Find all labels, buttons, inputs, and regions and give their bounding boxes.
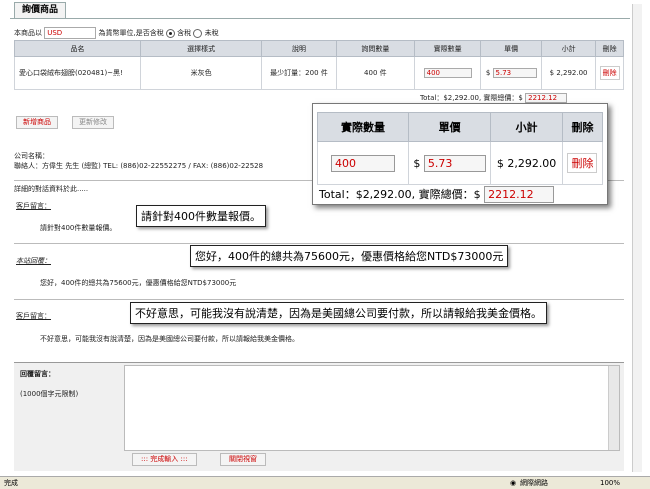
callout-customer-message-1: 請針對400件數量報價。 — [136, 205, 266, 227]
price-currency: $ — [485, 69, 491, 77]
tax-inclusive-radio[interactable] — [165, 28, 175, 38]
zoom-row: 400 $ 5.73 $ 2,292.00 刪除 — [316, 141, 604, 185]
tax-exclusive-label: 未稅 — [204, 29, 219, 37]
subtotal: $ 2,292.00 — [540, 56, 597, 90]
zoom-qty-input[interactable]: 400 — [331, 154, 396, 172]
zoom-header-subtotal: 小計 — [490, 112, 563, 142]
header-delete: 刪除 — [595, 40, 624, 57]
zoom-price-currency: $ — [413, 156, 421, 170]
header-subtotal: 小計 — [540, 40, 597, 57]
zoom-price-cell: $ 5.73 — [408, 141, 492, 185]
zoom-delete-cell: 刪除 — [561, 141, 604, 185]
ask-qty: 400 件 — [335, 56, 415, 90]
status-bar: 完成 ◉ 網際網路 100% — [0, 476, 650, 489]
message-label: 客戶留言： — [16, 312, 51, 320]
callout-customer-message-2: 不好意思，可能我沒有說清楚，因為是美國總公司要付款，所以請報給我美金價格。 — [130, 302, 547, 324]
header-price: 單價 — [480, 40, 542, 57]
table-header-row: 品名 選擇樣式 說明 詢問數量 實際數量 單價 小計 刪除 — [13, 40, 624, 57]
total-line: Total：$2,292.00, 實際總價：$ 2212.12 — [420, 93, 568, 103]
status-text: 完成 — [4, 479, 18, 487]
reply-form-label: 回覆留言： — [20, 370, 55, 378]
reply-label: 本站回覆： — [16, 257, 51, 265]
divider — [14, 243, 624, 244]
company-info: 公司名稱： 聯絡人：方偉生 先生 (總監) TEL: (886)02-22552… — [14, 151, 263, 171]
header-name: 品名 — [13, 40, 142, 57]
product-name: 愛心口袋絨布翅膀(020481)~黑! — [13, 56, 142, 90]
header-qty: 實際數量 — [413, 40, 482, 57]
zoom-price-input[interactable]: 5.73 — [423, 154, 486, 172]
product-desc: 最少訂量：200 件 — [261, 56, 337, 90]
items-table: 品名 選擇樣式 說明 詢問數量 實際數量 單價 小計 刪除 愛心口袋絨布翅膀(0… — [13, 40, 624, 90]
zoom-qty-cell: 400 — [316, 141, 410, 185]
details-label: 詳細的對話資料於此..... — [14, 185, 89, 193]
currency-suffix: 為貨幣單位,是否含稅 — [98, 29, 164, 37]
reply-textarea[interactable] — [124, 365, 620, 451]
zoom-table: 實際數量 單價 小計 刪除 400 $ 5.73 $ 2,292.00 刪除 — [316, 112, 604, 185]
message-body: 請針對400件數量報價。 — [40, 224, 117, 232]
qty-cell: 400 — [413, 56, 482, 90]
close-window-button[interactable]: 關閉視窗 — [220, 453, 266, 466]
contact-info: 聯絡人：方偉生 先生 (總監) TEL: (886)02-22552275 / … — [14, 162, 264, 170]
zoom-total-line: Total：$2,292.00, 實際總價：$ 2212.12 — [319, 186, 555, 203]
zoom-delete-button[interactable]: 刪除 — [567, 153, 598, 173]
globe-icon: ◉ — [510, 479, 517, 487]
currency-prefix: 本商品以 — [14, 29, 42, 37]
browser-window: 詢價商品 本商品以 USD 為貨幣單位,是否含稅 含稅 未稅 品名 選擇樣式 說… — [0, 0, 650, 489]
zone-text: 網際網路 — [520, 479, 548, 487]
price-input[interactable]: 5.73 — [492, 68, 537, 78]
delete-button[interactable]: 刪除 — [599, 66, 620, 80]
message-body: 不好意思，可能我沒有說清楚，因為是美國總公司要付款，所以請報給我美金價格。 — [40, 335, 299, 343]
message-label: 客戶留言： — [16, 202, 51, 210]
page-scrollbar[interactable] — [632, 4, 642, 472]
product-style: 米灰色 — [140, 56, 263, 90]
header-style: 選擇樣式 — [140, 40, 263, 57]
header-desc: 說明 — [261, 40, 337, 57]
currency-row: 本商品以 USD 為貨幣單位,是否含稅 含稅 未稅 — [14, 27, 219, 39]
zoom-total-text: Total：$2,292.00, 實際總價：$ — [319, 188, 481, 201]
delete-cell: 刪除 — [595, 56, 624, 90]
textarea-scrollbar[interactable] — [608, 366, 619, 450]
update-button[interactable]: 更新修改 — [72, 116, 114, 129]
zoom-header-delete: 刪除 — [561, 112, 604, 142]
company-name-label: 公司名稱： — [14, 152, 49, 160]
reply-limit-label: (1000個字元限制) — [20, 390, 79, 398]
zoom-subtotal: $ 2,292.00 — [490, 141, 563, 185]
table-row: 愛心口袋絨布翅膀(020481)~黑! 米灰色 最少訂量：200 件 400 件… — [13, 56, 624, 90]
zoom-header-qty: 實際數量 — [316, 112, 410, 142]
price-cell: $ 5.73 — [480, 56, 542, 90]
total-text: Total：$2,292.00, 實際總價：$ — [420, 94, 523, 102]
submit-button[interactable]: ::: 完成輸入 ::: — [132, 453, 197, 466]
divider — [14, 299, 624, 300]
tax-exclusive-radio[interactable] — [193, 28, 203, 38]
zoom-level[interactable]: 100% — [600, 477, 620, 489]
zoom-header-price: 單價 — [408, 112, 492, 142]
zoom-panel: 實際數量 單價 小計 刪除 400 $ 5.73 $ 2,292.00 刪除 T… — [312, 103, 608, 205]
tab-bar: 詢價商品 — [10, 0, 630, 19]
zoom-total-input[interactable]: 2212.12 — [484, 186, 555, 203]
total-actual-input[interactable]: 2212.12 — [525, 93, 568, 103]
reply-body: 您好，400件的總共為75600元，優惠價格給您NTD$73000元 — [40, 279, 237, 287]
tab-inquiry-products[interactable]: 詢價商品 — [14, 2, 67, 18]
currency-input[interactable]: USD — [44, 27, 97, 39]
callout-site-reply: 您好，400件的總共為75600元，優惠價格給您NTD$73000元 — [190, 245, 509, 267]
tax-inclusive-label: 含稅 — [177, 29, 192, 37]
qty-input[interactable]: 400 — [423, 68, 472, 78]
zoom-header-row: 實際數量 單價 小計 刪除 — [316, 112, 604, 142]
header-ask-qty: 詢問數量 — [335, 40, 415, 57]
add-product-button[interactable]: 新增商品 — [16, 116, 58, 129]
reply-section: 回覆留言： (1000個字元限制) ::: 完成輸入 ::: 關閉視窗 — [14, 362, 624, 471]
